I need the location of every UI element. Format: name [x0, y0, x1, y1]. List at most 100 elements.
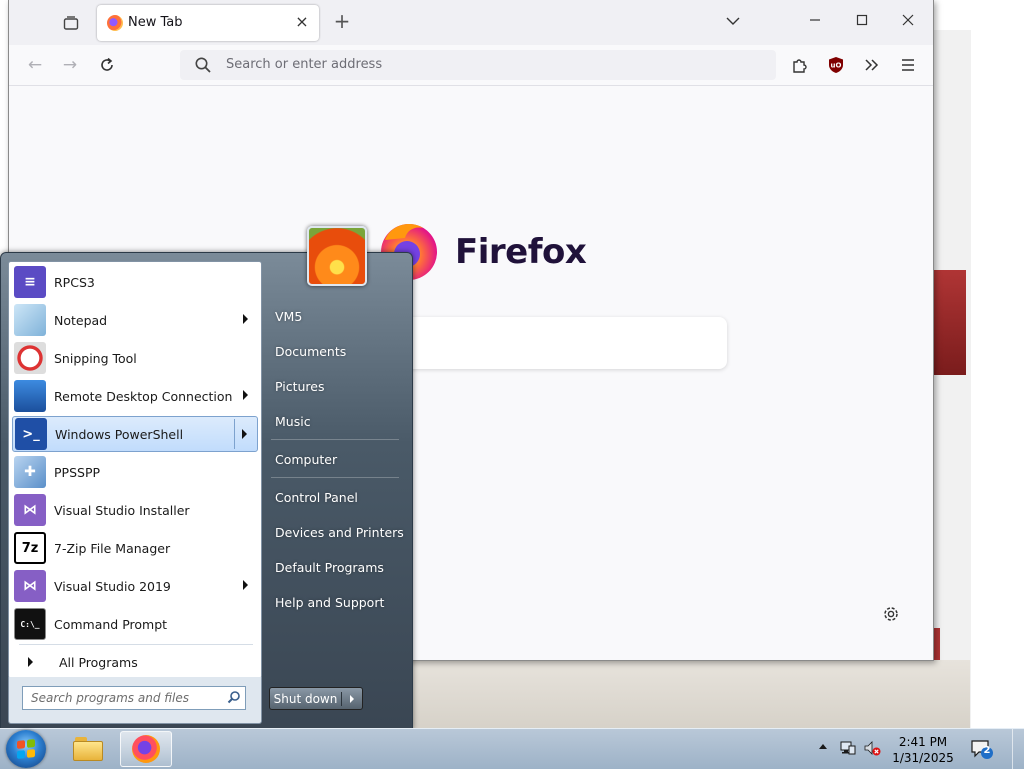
shutdown-button[interactable]: Shut down — [269, 687, 363, 710]
more-tools-button[interactable] — [860, 53, 884, 77]
start-search-input[interactable]: Search programs and files — [22, 686, 246, 710]
program-ppsspp[interactable]: ✚ PPSSPP — [12, 454, 258, 490]
program-notepad[interactable]: Notepad — [12, 302, 258, 338]
start-button[interactable] — [6, 730, 46, 768]
action-center-button[interactable]: 2 — [970, 738, 994, 760]
ublock-origin-button[interactable]: uO — [824, 53, 848, 77]
place-music[interactable]: Music — [267, 406, 405, 436]
new-tab-button[interactable]: + — [331, 10, 353, 32]
navigation-toolbar: ← → Search or enter address uO — [9, 45, 933, 86]
start-menu: ≡ RPCS3 Notepad Snipping Tool Remote Des… — [0, 252, 413, 730]
show-desktop-button[interactable] — [1012, 729, 1024, 769]
program-snipping-tool[interactable]: Snipping Tool — [12, 340, 258, 376]
maximize-button[interactable] — [850, 10, 874, 34]
tab-overflow-chevron-icon[interactable] — [721, 10, 745, 34]
double-chevron-icon — [865, 59, 879, 71]
back-button[interactable]: ← — [23, 53, 47, 77]
firefox-favicon-icon — [107, 15, 123, 31]
all-programs-button[interactable]: All Programs — [12, 650, 258, 674]
clock-time: 2:41 PM — [898, 735, 948, 749]
taskbar-firefox[interactable] — [120, 731, 172, 767]
address-bar[interactable]: Search or enter address — [180, 50, 776, 80]
program-label: PPSSPP — [54, 464, 101, 480]
place-devices-and-printers[interactable]: Devices and Printers — [267, 517, 405, 547]
submenu-arrow-icon[interactable] — [243, 390, 248, 400]
show-hidden-icons-icon[interactable] — [819, 744, 827, 749]
gear-icon[interactable] — [881, 604, 901, 624]
arrow-right-icon — [28, 657, 33, 667]
taskbar: 2:41 PM 1/31/2025 2 — [0, 728, 1024, 769]
firefox-wordmark: Firefox — [455, 232, 587, 272]
vs-installer-icon: ⋈ — [14, 494, 46, 526]
program-7zip[interactable]: 7z 7-Zip File Manager — [12, 530, 258, 566]
7zip-icon: 7z — [14, 532, 46, 564]
desktop-decoration — [930, 270, 966, 375]
app-menu-button[interactable] — [896, 53, 920, 77]
close-window-button[interactable] — [896, 10, 920, 34]
notification-count: 2 — [983, 745, 991, 756]
all-programs-label: All Programs — [59, 654, 138, 670]
submenu-arrow-icon[interactable] — [243, 314, 248, 324]
firefox-icon — [132, 735, 160, 763]
program-label: 7-Zip File Manager — [54, 540, 171, 556]
program-visual-studio-2019[interactable]: ⋈ Visual Studio 2019 — [12, 568, 258, 604]
program-label: RPCS3 — [54, 274, 95, 290]
program-rpcs3[interactable]: ≡ RPCS3 — [12, 264, 258, 300]
close-tab-button[interactable]: × — [293, 13, 311, 31]
program-visual-studio-installer[interactable]: ⋈ Visual Studio Installer — [12, 492, 258, 528]
place-documents[interactable]: Documents — [267, 336, 405, 366]
start-menu-programs-pane: ≡ RPCS3 Notepad Snipping Tool Remote Des… — [8, 261, 262, 679]
program-label: Windows PowerShell — [55, 426, 184, 442]
rpcs3-icon: ≡ — [14, 266, 46, 298]
remote-desktop-icon — [14, 380, 46, 412]
windows-logo-icon — [17, 739, 35, 759]
place-help-and-support[interactable]: Help and Support — [267, 587, 405, 617]
submenu-arrow-icon[interactable] — [242, 429, 247, 439]
program-command-prompt[interactable]: C:\_ Command Prompt — [12, 606, 258, 642]
hamburger-icon — [902, 59, 914, 71]
place-vm5[interactable]: VM5 — [267, 301, 405, 331]
program-label: Snipping Tool — [54, 350, 137, 366]
search-icon[interactable] — [227, 690, 241, 704]
user-account-picture[interactable] — [307, 226, 367, 286]
command-prompt-icon: C:\_ — [14, 608, 46, 640]
divider — [19, 644, 253, 645]
reload-button[interactable] — [95, 53, 119, 77]
place-default-programs[interactable]: Default Programs — [267, 552, 405, 582]
program-remote-desktop[interactable]: Remote Desktop Connection — [12, 378, 258, 414]
ublock-shield-icon: uO — [829, 57, 843, 73]
address-placeholder: Search or enter address — [226, 57, 383, 72]
divider — [271, 439, 399, 440]
tab-title: New Tab — [128, 15, 183, 30]
forward-button[interactable]: → — [58, 53, 82, 77]
volume-muted-icon[interactable] — [863, 739, 881, 757]
snipping-tool-icon — [14, 342, 46, 374]
desktop-decoration — [405, 660, 970, 730]
network-icon[interactable] — [839, 739, 857, 757]
system-clock[interactable]: 2:41 PM 1/31/2025 — [888, 734, 958, 766]
program-label: Remote Desktop Connection — [54, 388, 233, 404]
extensions-button[interactable] — [788, 53, 812, 77]
tab-new-tab[interactable]: New Tab × — [97, 5, 319, 41]
list-all-tabs-button[interactable] — [59, 12, 83, 34]
svg-text:uO: uO — [831, 62, 842, 70]
place-pictures[interactable]: Pictures — [267, 371, 405, 401]
search-placeholder: Search programs and files — [31, 691, 189, 705]
search-icon — [195, 57, 211, 73]
reload-icon — [101, 57, 113, 71]
taskbar-windows-explorer[interactable] — [62, 731, 114, 767]
tab-bar: New Tab × + — [9, 0, 933, 45]
powershell-icon: >_ — [15, 418, 47, 450]
minimize-button[interactable] — [803, 10, 827, 34]
program-label: Visual Studio Installer — [54, 502, 190, 518]
shutdown-options-arrow-icon[interactable] — [342, 694, 362, 703]
program-label: Command Prompt — [54, 616, 168, 632]
place-computer[interactable]: Computer — [267, 444, 405, 474]
place-control-panel[interactable]: Control Panel — [267, 482, 405, 512]
split-divider — [234, 419, 235, 449]
submenu-arrow-icon[interactable] — [243, 580, 248, 590]
clock-date: 1/31/2025 — [892, 751, 954, 765]
program-windows-powershell[interactable]: >_ Windows PowerShell — [12, 416, 258, 452]
start-search-area: Search programs and files — [8, 677, 262, 724]
ppsspp-icon: ✚ — [14, 456, 46, 488]
